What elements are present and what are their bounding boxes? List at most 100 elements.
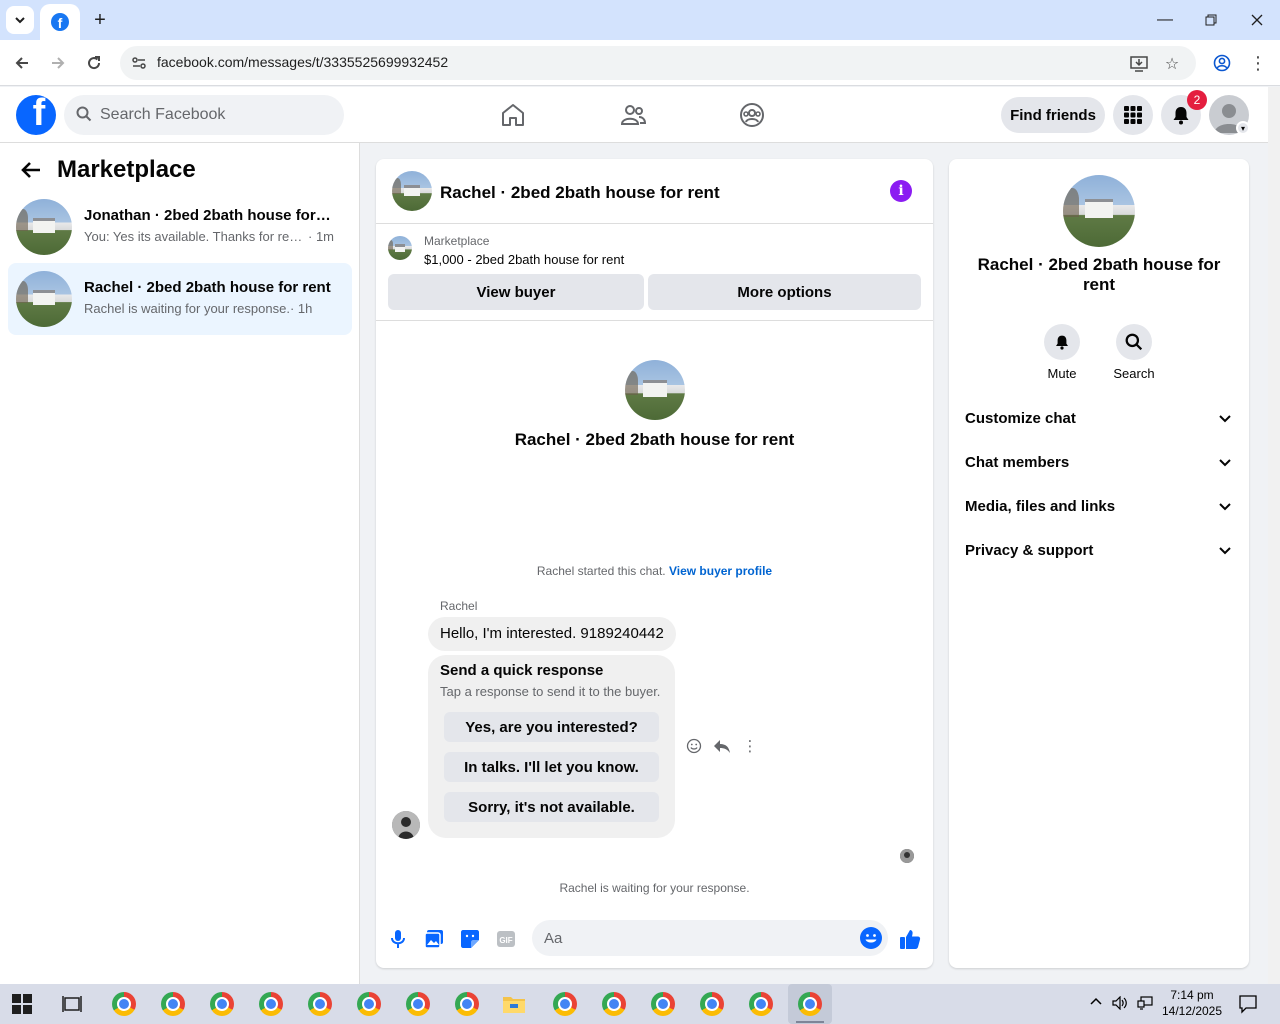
task-view-icon[interactable] (58, 990, 86, 1018)
message-sender-name: Rachel (440, 599, 478, 613)
minimize-button[interactable]: — (1142, 0, 1188, 40)
section-label: Customize chat (965, 410, 1076, 427)
restore-button[interactable] (1188, 0, 1234, 40)
sticker-icon[interactable] (458, 927, 482, 951)
conversation-preview: Rachel is waiting for your response. · 1… (84, 301, 313, 316)
chat-members-row[interactable]: Chat members (949, 442, 1249, 486)
more-options-button[interactable]: More options (648, 274, 921, 310)
info-icon[interactable]: i (890, 180, 912, 202)
mute-button[interactable]: Mute (1032, 324, 1092, 381)
privacy-support-row[interactable]: Privacy & support (949, 530, 1249, 574)
photo-icon[interactable] (422, 927, 446, 951)
waiting-notice: Rachel is waiting for your response. (559, 881, 750, 895)
chrome-taskbar-icon[interactable] (257, 990, 285, 1018)
address-bar[interactable]: facebook.com/messages/t/3335525699932452… (120, 46, 1196, 80)
facebook-favicon-icon: f (51, 13, 69, 31)
message-composer[interactable] (532, 920, 888, 956)
sender-avatar[interactable] (392, 811, 420, 839)
microphone-icon[interactable] (386, 927, 410, 951)
media-files-links-row[interactable]: Media, files and links (949, 486, 1249, 530)
chrome-taskbar-icon[interactable] (453, 990, 481, 1018)
listing-thumbnail (16, 271, 72, 327)
install-app-icon[interactable] (1128, 53, 1150, 75)
find-friends-button[interactable]: Find friends (1001, 97, 1105, 133)
system-clock[interactable]: 7:14 pm 14/12/2025 (1160, 987, 1224, 1019)
chrome-taskbar-icon[interactable] (306, 990, 334, 1018)
chrome-taskbar-icon[interactable] (551, 990, 579, 1018)
minimize-icon: — (1157, 11, 1173, 28)
conversation-name: Rachel · 2bed 2bath house for rent (84, 279, 331, 296)
search-icon (1125, 333, 1143, 351)
close-window-button[interactable] (1234, 0, 1280, 40)
chrome-taskbar-icon[interactable] (159, 990, 187, 1018)
listing-category: Marketplace (424, 234, 490, 248)
chrome-taskbar-icon-active[interactable] (788, 984, 832, 1024)
network-icon[interactable] (1137, 996, 1153, 1013)
chrome-taskbar-icon[interactable] (110, 990, 138, 1018)
notification-center-icon[interactable] (1238, 994, 1258, 1017)
new-tab-button[interactable]: + (88, 8, 112, 32)
search-icon (76, 106, 92, 122)
chat-header: Rachel · 2bed 2bath house for rent i (376, 159, 933, 224)
chrome-taskbar-icon[interactable] (698, 990, 726, 1018)
reload-button[interactable] (80, 49, 108, 77)
windows-start-icon[interactable] (12, 994, 32, 1014)
listing-price[interactable]: $1,000 - 2bed 2bath house for rent (424, 252, 624, 267)
site-info-icon[interactable] (130, 54, 148, 72)
section-label: Media, files and links (965, 498, 1116, 515)
quick-response-button[interactable]: Yes, are you interested? (444, 712, 659, 742)
menu-grid-button[interactable] (1113, 95, 1153, 135)
browser-toolbar: facebook.com/messages/t/3335525699932452… (0, 40, 1280, 86)
forward-button[interactable] (44, 49, 72, 77)
friends-nav-icon[interactable] (617, 99, 649, 131)
quick-response-button[interactable]: In talks. I'll let you know. (444, 752, 659, 782)
show-hidden-icons-icon[interactable] (1090, 996, 1102, 1011)
home-nav-icon[interactable] (497, 99, 529, 131)
chat-title[interactable]: Rachel · 2bed 2bath house for rent (440, 183, 720, 203)
file-explorer-icon[interactable] (500, 990, 528, 1018)
quick-response-button[interactable]: Sorry, it's not available. (444, 792, 659, 822)
browser-menu-icon[interactable]: ⋮ (1244, 49, 1272, 77)
view-buyer-profile-link[interactable]: View buyer profile (669, 564, 772, 578)
chat-profile-thumbnail (625, 360, 685, 420)
search-in-chat-button[interactable]: Search (1104, 324, 1164, 381)
back-arrow-icon[interactable] (20, 159, 42, 187)
chevron-down-icon (1219, 547, 1231, 555)
react-emoji-icon[interactable] (684, 736, 704, 756)
browser-tab-facebook[interactable]: f (40, 4, 80, 40)
volume-icon[interactable] (1112, 995, 1128, 1013)
close-icon (1251, 14, 1263, 26)
customize-chat-row[interactable]: Customize chat (949, 398, 1249, 442)
back-button[interactable] (8, 49, 36, 77)
message-bubble[interactable]: Hello, I'm interested. 9189240442 (428, 617, 676, 651)
page-scrollbar[interactable] (1268, 87, 1280, 984)
chrome-taskbar-icon[interactable] (355, 990, 383, 1018)
profile-icon[interactable] (1208, 49, 1236, 77)
thumbs-up-icon[interactable] (898, 927, 922, 951)
listing-thumbnail (16, 199, 72, 255)
more-vertical-icon[interactable]: ⋮ (740, 736, 760, 756)
facebook-logo-icon[interactable]: f (16, 95, 56, 135)
tab-search-button[interactable] (6, 6, 34, 34)
chrome-taskbar-icon[interactable] (208, 990, 236, 1018)
chrome-taskbar-icon[interactable] (600, 990, 628, 1018)
chrome-taskbar-icon[interactable] (649, 990, 677, 1018)
chevron-down-icon (15, 17, 25, 24)
chat-thumbnail[interactable] (392, 171, 432, 211)
gif-icon[interactable]: GIF (494, 927, 518, 951)
message-input[interactable] (544, 920, 844, 956)
groups-nav-icon[interactable] (736, 99, 768, 131)
emoji-icon[interactable] (860, 927, 882, 949)
clock-date: 14/12/2025 (1161, 1004, 1223, 1018)
conversation-item-jonathan[interactable]: Jonathan · 2bed 2bath house for rent You… (8, 191, 352, 263)
chrome-taskbar-icon[interactable] (747, 990, 775, 1018)
chrome-taskbar-icon[interactable] (404, 990, 432, 1018)
reply-icon[interactable] (712, 736, 732, 756)
bookmark-star-icon[interactable]: ☆ (1161, 53, 1183, 75)
search-input[interactable] (100, 95, 330, 135)
chevron-down-icon[interactable]: ▾ (1236, 121, 1250, 135)
facebook-search[interactable] (64, 95, 344, 135)
conversation-item-rachel[interactable]: Rachel · 2bed 2bath house for rent Rache… (8, 263, 352, 335)
windows-taskbar: 7:14 pm 14/12/2025 (0, 984, 1280, 1024)
view-buyer-button[interactable]: View buyer (388, 274, 644, 310)
